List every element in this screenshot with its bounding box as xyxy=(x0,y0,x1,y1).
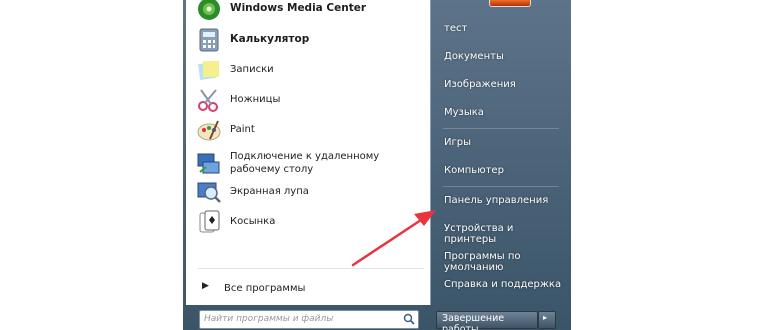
divider xyxy=(443,128,559,129)
program-label: Paint xyxy=(230,124,255,135)
paint-icon xyxy=(197,120,221,141)
right-item-devices-printers[interactable]: Устройства и принтеры xyxy=(437,219,565,245)
right-item-help-support[interactable]: Справка и поддержка xyxy=(437,275,565,297)
right-item-label: Изображения xyxy=(444,79,516,90)
program-remote-desktop[interactable]: Подключение к удаленному рабочему столу xyxy=(194,148,426,178)
remote-desktop-icon xyxy=(197,153,220,174)
program-label: Экранная лупа xyxy=(230,186,309,197)
search-icon[interactable] xyxy=(403,313,415,325)
shutdown-label: Завершение работы xyxy=(442,313,505,330)
right-item-label: Документы xyxy=(444,51,504,62)
divider xyxy=(198,268,424,269)
chevron-right-icon: ▸ xyxy=(543,313,548,322)
media-center-icon xyxy=(198,0,220,20)
solitaire-icon xyxy=(199,210,220,233)
shutdown-options-button[interactable]: ▸ xyxy=(538,311,556,329)
right-item-label: Музыка xyxy=(444,107,484,118)
program-magnifier[interactable]: Экранная лупа xyxy=(194,177,426,207)
right-item-label: Компьютер xyxy=(444,165,504,176)
program-sticky-notes[interactable]: Записки xyxy=(194,55,426,85)
magnifier-icon xyxy=(197,182,221,203)
program-label: Записки xyxy=(230,64,274,75)
all-programs-button[interactable]: ▶ Все программы xyxy=(198,278,424,300)
calculator-icon xyxy=(199,28,219,52)
program-calculator[interactable]: Калькулятор xyxy=(194,25,426,55)
search-input[interactable] xyxy=(204,312,394,326)
right-item-pictures[interactable]: Изображения xyxy=(437,75,565,97)
right-item-computer[interactable]: Компьютер xyxy=(437,161,565,183)
right-item-label: Панель управления xyxy=(444,195,549,206)
scissors-icon xyxy=(198,89,218,112)
program-solitaire[interactable]: Косынка xyxy=(194,207,426,237)
right-item-control-panel[interactable]: Панель управления xyxy=(437,191,565,213)
start-menu: Windows Media Center Калькулятор Записки xyxy=(183,0,571,330)
all-programs-label: Все программы xyxy=(224,283,306,294)
right-item-label: Программы по умолчанию xyxy=(444,251,521,273)
program-paint[interactable]: Paint xyxy=(194,115,426,145)
divider xyxy=(443,186,559,187)
places-panel: тест Документы Изображения Музыка Игры К… xyxy=(431,0,571,330)
program-snipping-tool[interactable]: Ножницы xyxy=(194,85,426,115)
sticky-notes-icon xyxy=(197,61,219,81)
program-label: Косынка xyxy=(230,216,276,227)
right-item-user[interactable]: тест xyxy=(437,19,565,41)
shutdown-button[interactable]: Завершение работы xyxy=(436,311,538,330)
right-item-label: тест xyxy=(444,23,468,34)
search-box[interactable] xyxy=(199,310,419,329)
right-item-music[interactable]: Музыка xyxy=(437,103,565,125)
programs-panel: Windows Media Center Калькулятор Записки xyxy=(186,0,431,305)
program-label: Ножницы xyxy=(230,94,281,105)
arrow-right-icon: ▶ xyxy=(202,281,209,291)
right-item-games[interactable]: Игры xyxy=(437,133,565,155)
program-windows-media-center[interactable]: Windows Media Center xyxy=(194,0,426,24)
right-item-label: Устройства и принтеры xyxy=(444,223,514,245)
right-item-label: Игры xyxy=(444,137,471,148)
program-label: Калькулятор xyxy=(230,33,310,45)
right-item-label: Справка и поддержка xyxy=(444,279,562,290)
program-label: Windows Media Center xyxy=(230,2,367,14)
program-label: Подключение к удаленному рабочему столу xyxy=(230,151,380,175)
right-item-documents[interactable]: Документы xyxy=(437,47,565,69)
right-item-default-programs[interactable]: Программы по умолчанию xyxy=(437,247,565,273)
